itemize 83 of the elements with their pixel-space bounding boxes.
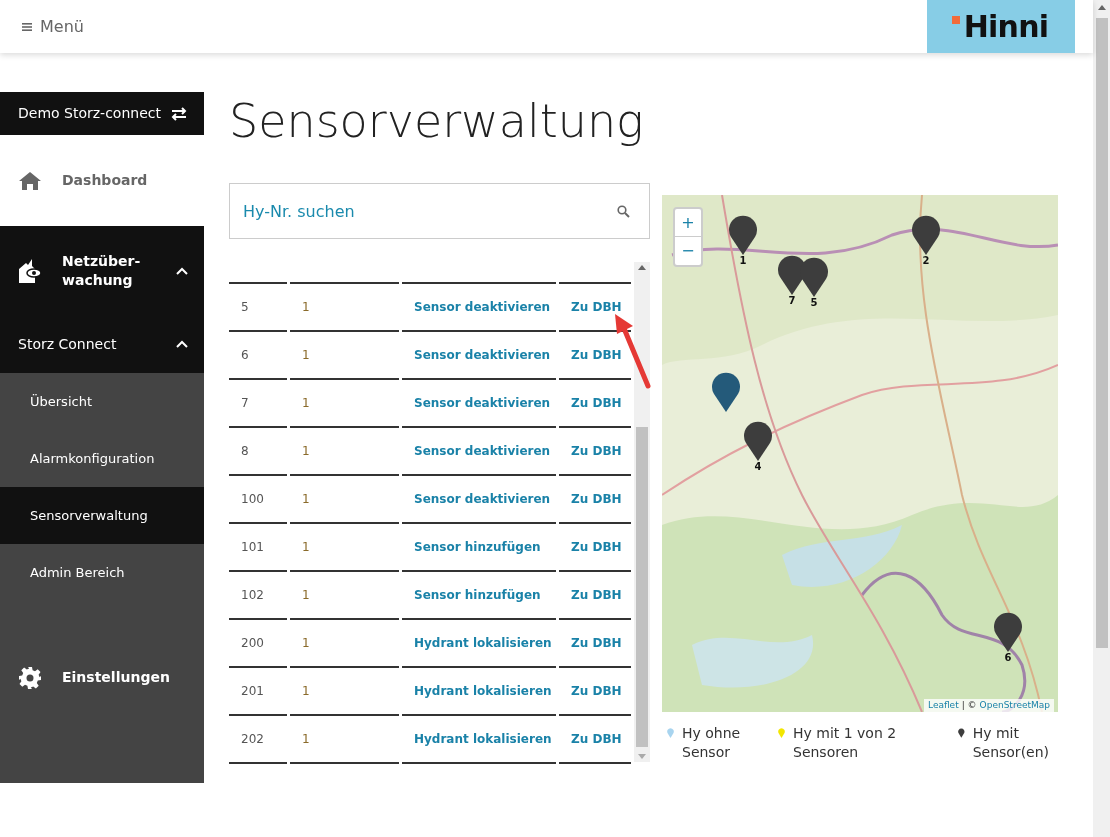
menu-icon[interactable] (22, 21, 32, 32)
table-cell-text: 101 (241, 539, 264, 556)
dbh-link[interactable]: Zu DBH (571, 682, 622, 700)
gear-icon (18, 665, 42, 690)
action-link[interactable]: Sensor deaktivieren (414, 346, 551, 364)
scroll-up-icon[interactable] (638, 265, 646, 270)
table-cell-text: 201 (241, 683, 264, 700)
action-link[interactable]: Sensor hinzufügen (414, 538, 541, 556)
house-eye-icon (18, 258, 42, 284)
account-switcher[interactable]: Demo Storz-connect (0, 92, 204, 135)
marker-label: 7 (788, 295, 796, 306)
dbh-link[interactable]: Zu DBH (571, 538, 622, 556)
action-link[interactable]: Sensor deaktivieren (414, 442, 551, 460)
marker-label: 4 (754, 461, 762, 472)
scrollbar[interactable] (634, 262, 650, 762)
sidebar-item[interactable]: Netzüber- wachung (0, 226, 204, 316)
zoom-in-button[interactable]: + (675, 209, 701, 237)
dbh-link[interactable]: Zu DBH (571, 730, 622, 748)
dbh-link[interactable]: Zu DBH (571, 442, 622, 460)
action-link[interactable]: Sensor hinzufügen (414, 586, 541, 604)
map-marker-icon[interactable] (993, 612, 1023, 652)
attribution-link[interactable]: Leaflet (928, 698, 959, 712)
table-cell-text: 202 (241, 731, 264, 748)
dbh-link[interactable]: Zu DBH (571, 586, 622, 604)
table-cell-text: 1 (302, 347, 310, 364)
chevron-up-icon[interactable] (176, 266, 188, 276)
map-marker-icon[interactable] (711, 372, 741, 412)
marker-label: 1 (739, 255, 747, 266)
attribution-link[interactable]: OpenStreetMap (979, 698, 1050, 712)
home-icon (18, 170, 42, 191)
legend-label: Hy mit 1 von 2 Sensoren (793, 724, 898, 762)
action-link[interactable]: Hydrant lokalisieren (414, 682, 552, 700)
scroll-up-icon[interactable] (1097, 5, 1106, 10)
table-cell-text: 8 (241, 443, 249, 460)
legend-label: Hy mit Sensor(en) (972, 724, 1051, 762)
swap-icon[interactable] (170, 106, 188, 121)
table-cell-text: 100 (241, 491, 264, 508)
table-cell-text: 1 (302, 635, 310, 652)
map-marker-icon[interactable] (777, 255, 807, 295)
scrollbar-thumb[interactable] (1095, 18, 1108, 648)
map-marker-icon[interactable] (799, 257, 829, 297)
sidebar-item[interactable]: Dashboard (0, 135, 204, 226)
dbh-link[interactable]: Zu DBH (571, 346, 622, 364)
marker-label: 6 (1004, 652, 1012, 663)
table-cell-text: 1 (302, 731, 310, 748)
map-marker-icon[interactable] (728, 215, 758, 255)
map-marker-icon[interactable] (911, 215, 941, 255)
table-cell-text: 6 (241, 347, 249, 364)
action-link[interactable]: Sensor deaktivieren (414, 490, 551, 508)
table-cell-text: 1 (302, 491, 310, 508)
dbh-link[interactable]: Zu DBH (571, 490, 622, 508)
marker-label: 5 (810, 297, 818, 308)
attribution-text: | © (961, 698, 977, 712)
table-cell-text: 1 (302, 395, 310, 412)
dbh-link[interactable]: Zu DBH (571, 634, 622, 652)
action-link[interactable]: Hydrant lokalisieren (414, 634, 552, 652)
dbh-link[interactable]: Zu DBH (571, 394, 622, 412)
table-cell-text: 7 (241, 395, 249, 412)
action-link[interactable]: Sensor deaktivieren (414, 298, 551, 316)
search-field[interactable]: Hy-Nr. suchen (229, 183, 650, 239)
dbh-link[interactable]: Zu DBH (571, 298, 622, 316)
table-cell-text: 102 (241, 587, 264, 604)
action-link[interactable]: Sensor deaktivieren (414, 394, 551, 412)
map-marker-icon[interactable] (743, 421, 773, 461)
table-cell-text: 1 (302, 587, 310, 604)
sidebar-subitem[interactable]: Sensorverwaltung (0, 487, 204, 544)
table-cell-text: 200 (241, 635, 264, 652)
logo: Hinni (927, 0, 1075, 53)
action-link[interactable]: Hydrant lokalisieren (414, 730, 552, 748)
sidebar-group[interactable]: Storz Connect (0, 316, 204, 373)
page-title: Sensorverwaltung (229, 93, 645, 149)
search-icon[interactable] (617, 205, 630, 218)
table-cell-text: 5 (241, 299, 249, 316)
table-cell-text: 1 (302, 299, 310, 316)
scrollbar-thumb[interactable] (636, 427, 648, 747)
chevron-up-icon[interactable] (176, 340, 188, 349)
menu-label[interactable]: Menü (40, 14, 84, 39)
table-cell-text: 1 (302, 539, 310, 556)
zoom-out-button[interactable]: − (675, 237, 701, 265)
legend-label: Hy ohne Sensor (682, 724, 742, 762)
table-cell-text: 1 (302, 683, 310, 700)
table-cell-text: 1 (302, 443, 310, 460)
marker-label: 2 (922, 255, 930, 266)
